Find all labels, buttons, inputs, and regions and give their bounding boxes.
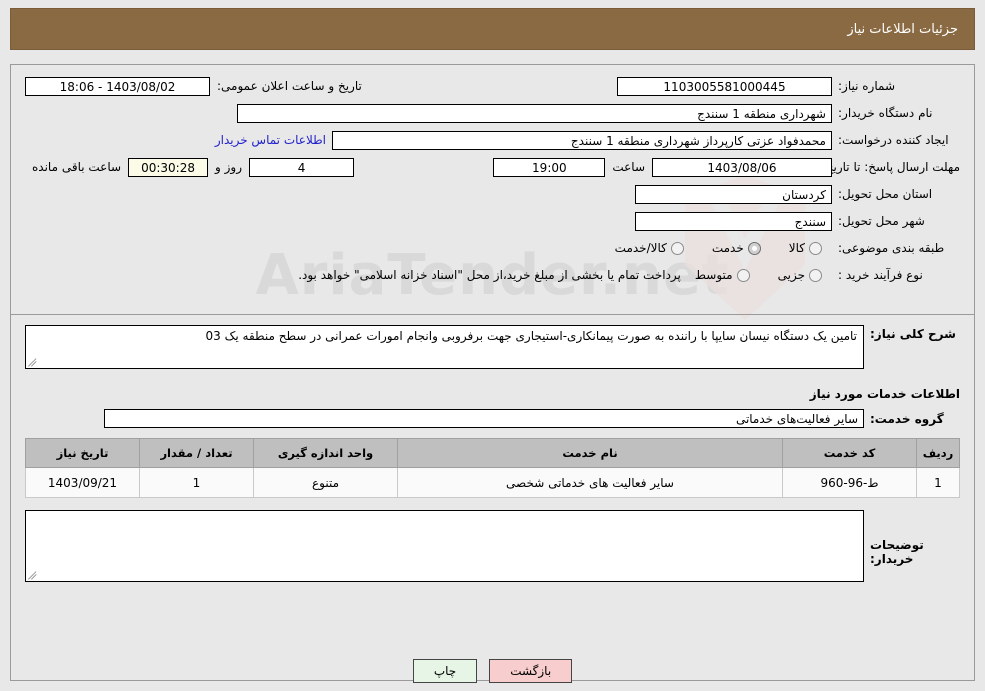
category-label: طبقه بندی موضوعی: bbox=[838, 241, 945, 255]
footer-actions: بازگشت چاپ bbox=[0, 659, 985, 683]
radio-purchase-motevaset[interactable] bbox=[736, 268, 750, 282]
row-city: شهر محل تحویل: سنندج bbox=[11, 210, 974, 232]
category-radio-group: کالا خدمت کالا/خدمت bbox=[601, 241, 832, 255]
services-section-title: اطلاعات خدمات مورد نیاز bbox=[809, 387, 960, 401]
resize-handle-icon bbox=[28, 357, 38, 367]
days-and-label: روز و bbox=[215, 160, 243, 174]
row-deadline: مهلت ارسال پاسخ: تا تاریخ: 1403/08/06 سا… bbox=[11, 156, 974, 178]
radio-purchase-jozii[interactable] bbox=[809, 268, 822, 282]
services-table-head: ردیف کد خدمت نام خدمت واحد اندازه گیری ت… bbox=[25, 438, 960, 468]
description-label: شرح کلی نیاز: bbox=[870, 327, 956, 341]
radio-category-kala-khedmat-label: کالا/خدمت bbox=[614, 241, 667, 255]
province-label: استان محل تحویل: bbox=[838, 187, 933, 201]
deadline-date-value: 1403/08/06 bbox=[652, 157, 832, 177]
announce-value: 1403/08/02 - 18:06 bbox=[25, 76, 210, 96]
print-button[interactable]: چاپ bbox=[412, 659, 478, 683]
buyer-org-value: شهرداری منطقه 1 سنندج bbox=[237, 103, 832, 123]
row-description: شرح کلی نیاز: تامین یک دستگاه نیسان سایپ… bbox=[25, 325, 960, 369]
row-creator: ایجاد کننده درخواست: محمدفواد عزتی کارپر… bbox=[11, 129, 974, 151]
service-group-value: سایر فعالیت‌های خدماتی bbox=[104, 409, 864, 428]
purchase-type-label: نوع فرآیند خرید : bbox=[838, 268, 923, 282]
city-value: سنندج bbox=[635, 211, 832, 231]
creator-label: ایجاد کننده درخواست: bbox=[838, 133, 949, 147]
page-header-bar: جزئیات اطلاعات نیاز bbox=[10, 8, 975, 50]
deadline-label: مهلت ارسال پاسخ: تا تاریخ: bbox=[821, 160, 960, 174]
cell-date: 1403/09/21 bbox=[25, 467, 140, 498]
table-header-row: ردیف کد خدمت نام خدمت واحد اندازه گیری ت… bbox=[25, 438, 960, 468]
description-text: تامین یک دستگاه نیسان سایپا با راننده به… bbox=[205, 329, 857, 343]
radio-purchase-motevaset-label: متوسط bbox=[694, 268, 733, 282]
row-need-number: شماره نیاز: 1103005581000445 تاریخ و ساع… bbox=[11, 75, 974, 97]
cell-code: ط-96-960 bbox=[782, 467, 917, 498]
radio-purchase-jozii-label: جزیی bbox=[777, 268, 805, 282]
main-panel: شماره نیاز: 1103005581000445 تاریخ و ساع… bbox=[10, 64, 975, 681]
col-header-radif: ردیف bbox=[916, 438, 960, 468]
radio-category-khedmat[interactable] bbox=[747, 241, 761, 255]
description-section: شرح کلی نیاز: تامین یک دستگاه نیسان سایپ… bbox=[11, 315, 974, 375]
cell-name: سایر فعالیت های خدماتی شخصی bbox=[397, 467, 783, 498]
description-value: تامین یک دستگاه نیسان سایپا با راننده به… bbox=[25, 325, 864, 369]
row-buyer-notes: توضیحات خریدار: bbox=[11, 498, 974, 582]
page-title: جزئیات اطلاعات نیاز bbox=[847, 21, 958, 37]
cell-radif: 1 bbox=[916, 467, 960, 498]
cell-qty: 1 bbox=[139, 467, 254, 498]
col-header-qty: تعداد / مقدار bbox=[139, 438, 254, 468]
service-group-label: گروه خدمت: bbox=[870, 411, 944, 426]
radio-category-kala-label: کالا bbox=[788, 241, 805, 255]
need-info-section: شماره نیاز: 1103005581000445 تاریخ و ساع… bbox=[11, 65, 974, 315]
row-province: استان محل تحویل: کردستان bbox=[11, 183, 974, 205]
buyer-notes-value[interactable] bbox=[25, 510, 864, 582]
back-button[interactable]: بازگشت bbox=[489, 659, 573, 683]
remaining-days-value: 4 bbox=[249, 157, 355, 177]
table-row: 1 ط-96-960 سایر فعالیت های خدماتی شخصی م… bbox=[25, 467, 960, 498]
announce-label: تاریخ و ساعت اعلان عمومی: bbox=[217, 79, 362, 93]
countdown-timer: 00:30:28 bbox=[128, 157, 209, 177]
creator-value: محمدفواد عزتی کارپرداز شهرداری منطقه 1 س… bbox=[332, 130, 832, 150]
city-label: شهر محل تحویل: bbox=[838, 214, 925, 228]
buyer-notes-label: توضیحات خریدار: bbox=[870, 538, 924, 566]
need-number-label: شماره نیاز: bbox=[838, 79, 895, 93]
radio-category-khedmat-label: خدمت bbox=[711, 241, 744, 255]
row-buyer-org: نام دستگاه خریدار: شهرداری منطقه 1 سنندج bbox=[11, 102, 974, 124]
deadline-hour-value: 19:00 bbox=[493, 157, 606, 177]
resize-handle-icon-notes bbox=[28, 570, 38, 580]
cell-unit: متنوع bbox=[253, 467, 398, 498]
services-table: ردیف کد خدمت نام خدمت واحد اندازه گیری ت… bbox=[25, 438, 960, 498]
need-number-value: 1103005581000445 bbox=[617, 76, 832, 96]
col-header-date: تاریخ نیاز bbox=[25, 438, 140, 468]
services-table-wrap: ردیف کد خدمت نام خدمت واحد اندازه گیری ت… bbox=[11, 438, 974, 498]
purchase-radio-group: جزیی متوسط bbox=[681, 268, 832, 282]
payment-note: پرداخت تمام یا بخشی از مبلغ خرید،از محل … bbox=[298, 268, 681, 282]
buyer-org-label: نام دستگاه خریدار: bbox=[838, 106, 933, 120]
col-header-code: کد خدمت bbox=[782, 438, 917, 468]
province-value: کردستان bbox=[635, 184, 832, 204]
services-table-body: 1 ط-96-960 سایر فعالیت های خدماتی شخصی م… bbox=[25, 467, 960, 498]
row-purchase-type: نوع فرآیند خرید : جزیی متوسط پرداخت تمام… bbox=[11, 264, 974, 286]
row-service-group: گروه خدمت: سایر فعالیت‌های خدماتی bbox=[11, 409, 974, 428]
row-category: طبقه بندی موضوعی: کالا خدمت کالا/خدمت bbox=[11, 237, 974, 259]
col-header-name: نام خدمت bbox=[397, 438, 783, 468]
radio-category-kala[interactable] bbox=[809, 241, 822, 255]
buyer-contact-link[interactable]: اطلاعات تماس خریدار bbox=[209, 133, 332, 147]
hour-label: ساعت bbox=[612, 160, 645, 174]
col-header-unit: واحد اندازه گیری bbox=[253, 438, 398, 468]
remaining-hours-label: ساعت باقی مانده bbox=[32, 160, 122, 174]
radio-category-kala-khedmat[interactable] bbox=[670, 241, 684, 255]
